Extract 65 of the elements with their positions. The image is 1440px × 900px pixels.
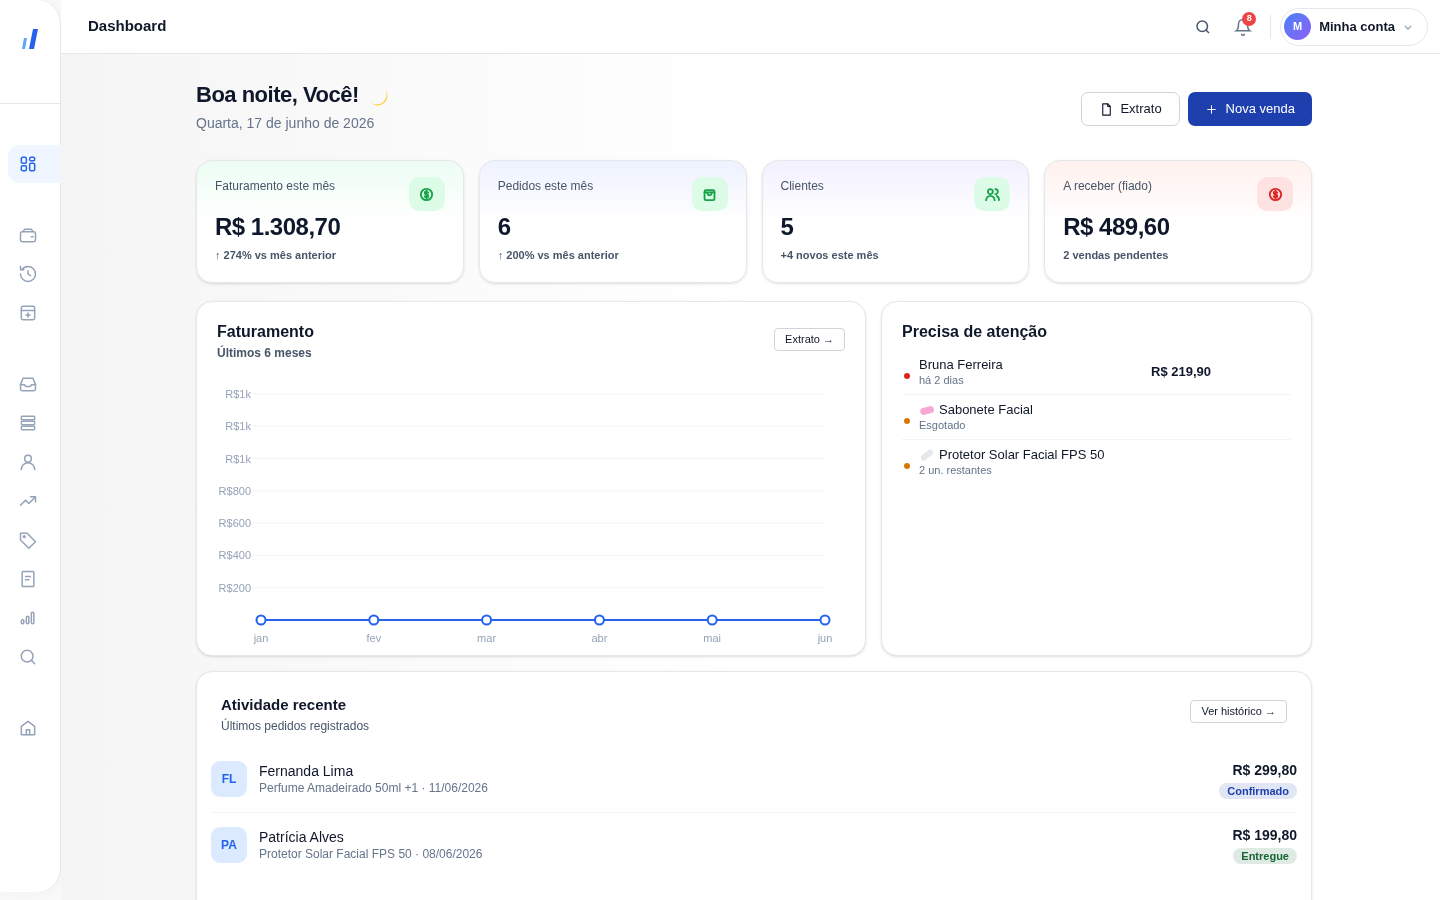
axis-label: R$600: [218, 517, 251, 530]
avatar: PA: [211, 826, 247, 863]
item-detail: 2 un. restantes: [919, 463, 993, 477]
axis-label: abr: [591, 632, 608, 644]
bell-icon[interactable]: [1234, 17, 1253, 36]
status-badge: Confirmado: [1219, 782, 1297, 799]
order-detail: Protetor Solar Facial FPS 50 · 08/06/2026: [259, 845, 484, 862]
stat-label: Clientes: [780, 178, 824, 195]
axis-label: R$1k: [225, 388, 251, 400]
account-button[interactable]: M Minha conta: [1280, 7, 1428, 46]
avatar: FL: [211, 761, 247, 797]
item-detail: há 2 dias: [919, 373, 965, 387]
new-sale-button[interactable]: Nova venda: [1187, 92, 1312, 126]
axis-label: R$200: [218, 581, 251, 594]
plus-icon: [1204, 102, 1218, 116]
history-button[interactable]: Ver histórico →: [1190, 700, 1287, 723]
card-title: Faturamento: [217, 322, 314, 342]
stat-label: Pedidos este mês: [497, 178, 594, 195]
avatar: M: [1284, 13, 1312, 40]
greeting-title: Boa noite, Você!: [196, 81, 359, 109]
logo-icon: [20, 28, 40, 50]
stat-value: R$ 1.308,70: [215, 212, 342, 242]
card-title: Precisa de atenção: [902, 322, 1048, 342]
axis-label: mar: [477, 632, 497, 644]
order-detail: Perfume Amadeirado 50ml +1 · 11/06/2026: [259, 780, 489, 796]
stat-note: ↑ 274% vs mês anterior: [215, 248, 338, 263]
page-title: Dashboard: [88, 16, 167, 37]
customer-name: Patrícia Alves: [259, 827, 345, 846]
axis-label: fev: [366, 632, 382, 644]
item-amount: R$ 219,90: [1151, 363, 1211, 382]
item-name: Bruna Ferreira: [919, 357, 1003, 373]
item-name: Sabonete Facial: [939, 402, 1033, 418]
status-badge: Entregue: [1233, 848, 1297, 864]
order-amount: R$ 199,80: [1232, 826, 1297, 845]
axis-label: jan: [253, 632, 269, 644]
stat-value: 5: [780, 212, 795, 242]
axis-label: R$400: [218, 549, 251, 562]
axis-label: R$800: [218, 484, 251, 497]
stat-note: +4 novos este mês: [780, 248, 880, 263]
stat-value: R$ 489,60: [1063, 212, 1171, 242]
stat-note: 2 vendas pendentes: [1063, 248, 1170, 263]
axis-label: mai: [703, 632, 722, 644]
card-title: Atividade recente: [221, 695, 348, 715]
card-subtitle: Últimos pedidos registrados: [221, 717, 370, 735]
stat-note: ↑ 200% vs mês anterior: [497, 248, 620, 263]
stat-label: Faturamento este mês: [215, 178, 336, 195]
notification-badge: 8: [1242, 11, 1257, 26]
customer-name: Fernanda Lima: [259, 762, 355, 780]
stat-value: 6: [497, 212, 512, 242]
history-icon: [18, 263, 38, 284]
axis-label: R$1k: [225, 452, 251, 465]
card-subtitle: Últimos 6 meses: [217, 344, 313, 362]
order-amount: R$ 299,80: [1232, 760, 1297, 780]
stat-label: A receber (fiado): [1063, 178, 1152, 195]
receipt-icon: [18, 568, 38, 589]
item-detail: Esgotado: [919, 418, 967, 432]
soap-icon: [919, 404, 935, 416]
axis-label: jun: [817, 632, 833, 644]
grid-icon: [18, 154, 38, 174]
statement-button[interactable]: Extrato →: [774, 328, 845, 351]
statement-button[interactable]: Extrato: [1081, 92, 1180, 126]
date-text: Quarta, 17 de junho de 2026: [196, 114, 376, 133]
sidebar-item[interactable]: [8, 145, 61, 183]
item-name: Protetor Solar Facial FPS 50: [939, 447, 1105, 463]
axis-label: R$1k: [225, 420, 251, 433]
